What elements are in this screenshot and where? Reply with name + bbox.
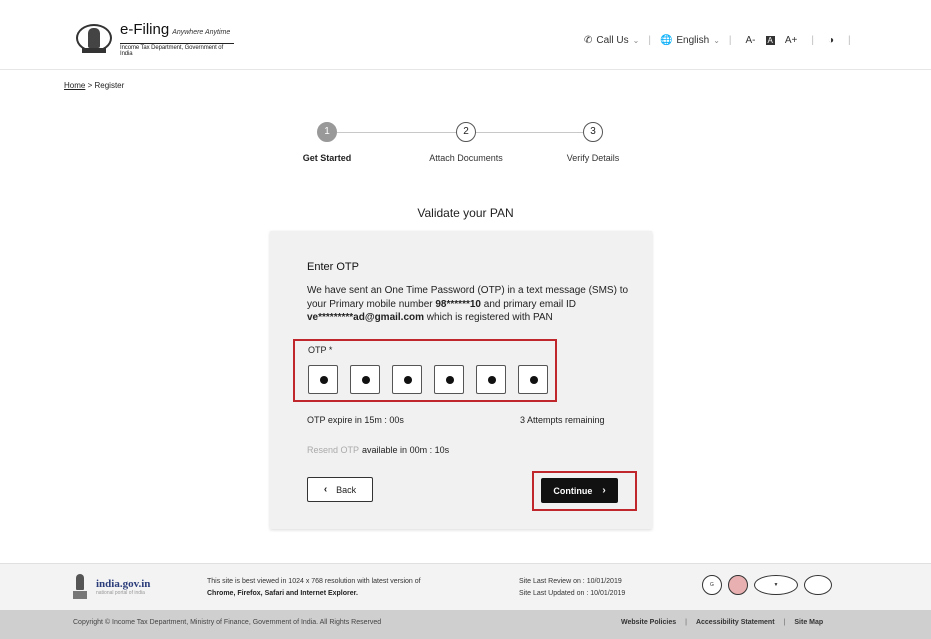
india-gov-subtitle: national portal of india — [96, 590, 145, 596]
resend-timer: available in 00m : 10s — [362, 445, 450, 455]
logo-title: e-Filing Anywhere Anytime — [120, 21, 231, 38]
step-2-label: Attach Documents — [429, 153, 503, 163]
masked-digit-dot — [530, 376, 538, 384]
chevron-down-icon: ⌄ — [632, 36, 640, 45]
globe-icon: 🌐 — [659, 35, 673, 46]
stqc-badge-icon — [728, 575, 748, 595]
logo-subtitle: Income Tax Department, Government of Ind… — [120, 43, 234, 57]
website-policies-link[interactable]: Website Policies — [621, 619, 676, 626]
call-us-label: Call Us — [596, 35, 629, 46]
india-gov-logo[interactable]: india.gov.in national portal of india — [72, 574, 150, 600]
last-updated: Site Last Updated on : 10/01/2019 — [519, 590, 626, 597]
breadcrumb-current: Register — [94, 81, 125, 90]
continue-button[interactable]: Continue › — [541, 478, 618, 503]
otp-boxes — [308, 365, 560, 394]
font-increase-button[interactable]: A+ — [785, 35, 798, 46]
masked-digit-dot — [404, 376, 412, 384]
otp-card: Enter OTP We have sent an One Time Passw… — [270, 231, 652, 529]
phone-icon: ✆ — [584, 35, 593, 46]
masked-digit-dot — [446, 376, 454, 384]
masked-mobile: 98******10 — [435, 298, 481, 310]
chevron-down-icon: ⌄ — [713, 36, 720, 45]
site-map-link[interactable]: Site Map — [794, 619, 823, 626]
certification-badges: G ▼ — [702, 575, 838, 595]
step-1-circle: 1 — [317, 122, 337, 142]
gigw-badge-icon: G — [702, 575, 722, 595]
otp-digit-input[interactable] — [350, 365, 380, 394]
continue-label: Continue — [553, 485, 593, 496]
font-decrease-button[interactable]: A- — [746, 35, 756, 46]
iso-cert-badge-icon — [804, 575, 832, 595]
back-label: Back — [336, 484, 357, 495]
masked-digit-dot — [320, 376, 328, 384]
last-review: Site Last Review on : 10/01/2019 — [519, 578, 622, 585]
font-reset-button[interactable]: A — [765, 36, 775, 45]
copyright-text: Copyright © Income Tax Department, Minis… — [73, 619, 382, 626]
chevron-right-icon: › — [602, 485, 606, 496]
accessibility-statement-link[interactable]: Accessibility Statement — [696, 619, 775, 626]
national-emblem-icon — [72, 574, 88, 600]
otp-message: We have sent an One Time Password (OTP) … — [307, 285, 629, 323]
masked-email: ve*********ad@gmail.com — [307, 312, 425, 323]
otp-expire-timer: OTP expire in 15m : 00s — [307, 415, 404, 425]
step-3-circle: 3 — [583, 122, 603, 142]
step-connector — [337, 132, 456, 133]
otp-digit-input[interactable] — [476, 365, 506, 394]
breadcrumb: Home > Register — [64, 81, 124, 90]
top-nav: ✆ Call Us ⌄ | 🌐 English ⌄ | A- A A+ | ◑ … — [584, 35, 851, 46]
logo-tagline: Anywhere Anytime — [172, 29, 231, 36]
site-footer: india.gov.in national portal of india Th… — [0, 563, 931, 610]
breadcrumb-separator: > — [87, 81, 93, 90]
otp-digit-input[interactable] — [392, 365, 422, 394]
otp-digit-input[interactable] — [518, 365, 548, 394]
step-2-circle: 2 — [456, 122, 476, 142]
attempts-remaining: 3 Attempts remaining — [520, 415, 605, 425]
iso-badge-icon: ▼ — [754, 575, 798, 595]
copyright-bar: Copyright © Income Tax Department, Minis… — [0, 610, 931, 639]
india-gov-name: india.gov.in — [96, 578, 151, 590]
call-us-dropdown[interactable]: ✆ Call Us ⌄ — [584, 35, 639, 46]
continue-highlight: Continue › — [532, 471, 637, 511]
section-title: Validate your PAN — [417, 206, 514, 220]
otp-digit-input[interactable] — [434, 365, 464, 394]
contrast-icon[interactable]: ◑ — [828, 35, 834, 46]
masked-digit-dot — [362, 376, 370, 384]
otp-digit-input[interactable] — [308, 365, 338, 394]
resend-otp: Resend OTP available in 00m : 10s — [307, 445, 449, 455]
national-emblem-icon — [74, 22, 114, 56]
step-connector — [476, 132, 583, 133]
breadcrumb-home-link[interactable]: Home — [64, 81, 85, 90]
footer-links: Website Policies | Accessibility Stateme… — [621, 619, 824, 626]
step-3-label: Verify Details — [566, 153, 620, 163]
registration-stepper: 1 2 3 Get Started Attach Documents Verif… — [0, 122, 931, 172]
language-label: English — [676, 35, 710, 46]
masked-digit-dot — [488, 376, 496, 384]
otp-label: OTP * — [308, 345, 333, 355]
site-header: e-Filing Anywhere Anytime Income Tax Depa… — [0, 0, 931, 70]
best-view-note: This site is best viewed in 1024 x 768 r… — [207, 578, 421, 597]
step-1-label: Get Started — [302, 153, 352, 163]
efiling-logo[interactable]: e-Filing Anywhere Anytime Income Tax Depa… — [74, 22, 234, 57]
back-button[interactable]: ‹ Back — [307, 477, 373, 502]
chevron-left-icon: ‹ — [323, 484, 328, 495]
resend-otp-link[interactable]: Resend OTP — [307, 445, 359, 455]
site-review-info: Site Last Review on : 10/01/2019 Site La… — [519, 576, 625, 600]
otp-card-title: Enter OTP — [307, 261, 359, 273]
language-dropdown[interactable]: 🌐 English ⌄ — [660, 35, 720, 46]
otp-input-group: OTP * — [293, 339, 557, 402]
